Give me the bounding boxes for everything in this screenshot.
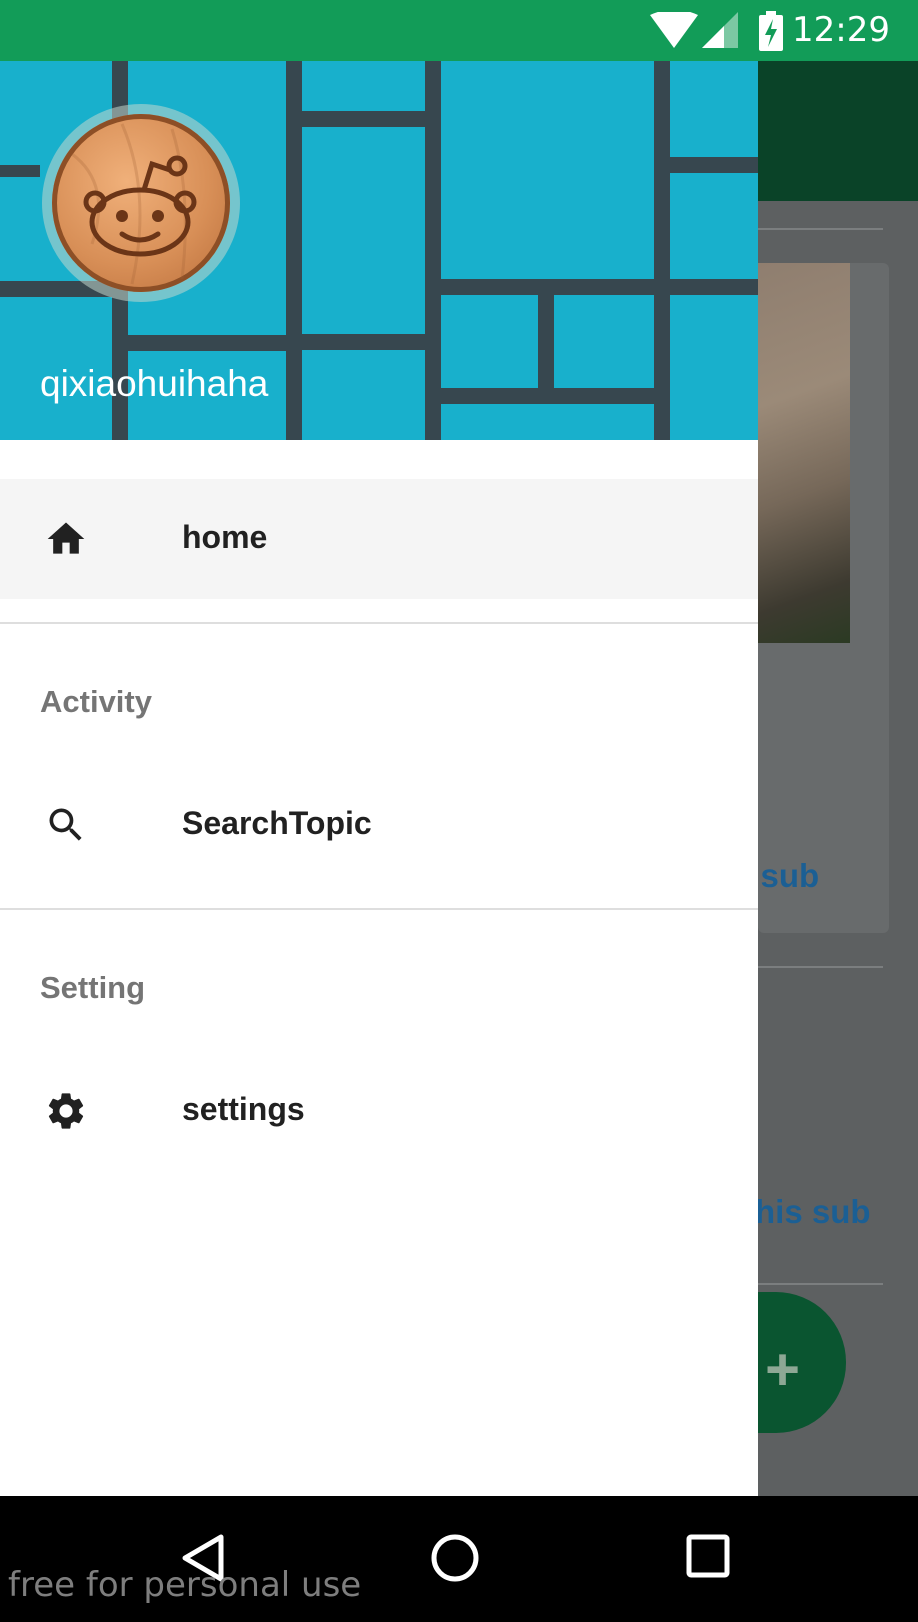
drawer-item-label: settings bbox=[182, 1091, 305, 1127]
username: qixiaohuihaha bbox=[40, 363, 269, 404]
background-divider bbox=[758, 966, 883, 968]
gear-icon bbox=[48, 1093, 84, 1129]
background-toolbar bbox=[758, 61, 918, 201]
background-divider bbox=[758, 1283, 883, 1285]
drawer-item-label: SearchTopic bbox=[182, 805, 372, 841]
home-circle-icon[interactable] bbox=[430, 1533, 480, 1583]
section-header-activity: Activity bbox=[40, 684, 152, 719]
home-icon bbox=[47, 522, 85, 554]
drawer-item-label: home bbox=[182, 519, 268, 555]
status-bar: 12:29 bbox=[0, 0, 918, 61]
status-time: 12:29 bbox=[792, 10, 890, 50]
drawer-item-settings[interactable]: settings bbox=[0, 1051, 758, 1171]
navigation-drawer: qixiaohuihaha home Activity SearchTopic … bbox=[0, 61, 758, 1496]
drawer-item-home[interactable]: home bbox=[0, 479, 758, 599]
battery-charging-icon bbox=[759, 11, 783, 51]
signal-icon bbox=[702, 12, 738, 48]
section-header-setting: Setting bbox=[40, 970, 146, 1005]
wifi-icon bbox=[650, 12, 698, 48]
drawer-item-searchtopic[interactable]: SearchTopic bbox=[0, 765, 758, 885]
background-card-photo bbox=[758, 263, 850, 643]
divider bbox=[0, 622, 758, 624]
background-divider bbox=[758, 228, 883, 230]
reddit-alien-icon bbox=[52, 114, 230, 292]
plus-icon: + bbox=[765, 1336, 801, 1403]
drawer-header: qixiaohuihaha bbox=[0, 61, 758, 440]
search-icon bbox=[49, 808, 82, 841]
background-link: this sub bbox=[744, 1193, 871, 1230]
watermark: free for personal use bbox=[8, 1565, 362, 1605]
recents-icon[interactable] bbox=[686, 1534, 730, 1578]
divider bbox=[0, 908, 758, 910]
